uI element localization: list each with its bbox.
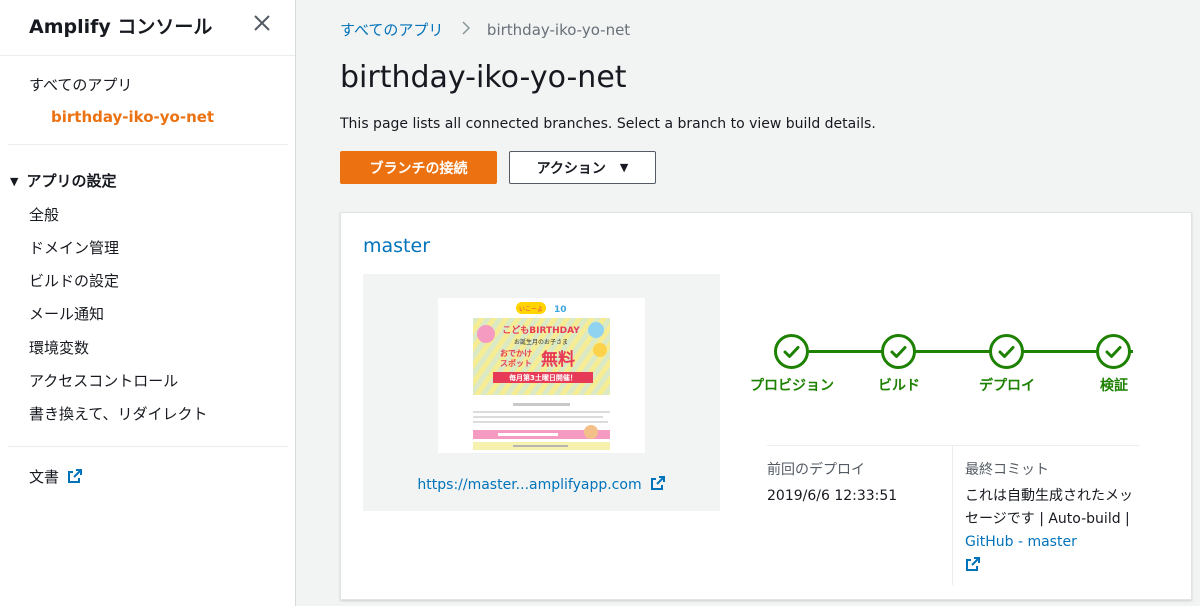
actions-dropdown-button[interactable]: アクション ▼ bbox=[509, 151, 656, 184]
last-deploy-label: 前回のデプロイ bbox=[767, 462, 865, 478]
caret-down-icon: ▼ bbox=[10, 175, 19, 188]
sidebar: Amplify コンソール すべてのアプリ birthday-iko-yo-ne… bbox=[0, 0, 296, 606]
sidebar-section-app-settings[interactable]: ▼ アプリの設定 bbox=[10, 170, 116, 191]
docs-label: 文書 bbox=[29, 468, 60, 486]
external-link-icon bbox=[68, 469, 83, 483]
page-title: birthday-iko-yo-net bbox=[340, 60, 627, 95]
sidebar-divider bbox=[8, 446, 288, 447]
stage-build-label[interactable]: ビルド bbox=[859, 375, 939, 395]
stage-verify-check-icon bbox=[1096, 334, 1131, 369]
stage-verify-label[interactable]: 検証 bbox=[1083, 375, 1145, 395]
external-link-icon bbox=[650, 476, 665, 490]
sidebar-title: Amplify コンソール bbox=[29, 16, 213, 38]
site-thumbnail[interactable]: いこーよ 10 こどもBIRTHDAY お誕生月のお子さま おでかけ スポット … bbox=[438, 298, 645, 453]
thumbnail-line2: スポット bbox=[500, 358, 532, 368]
breadcrumb-current: birthday-iko-yo-net bbox=[486, 21, 631, 39]
sidebar-item-current-app[interactable]: birthday-iko-yo-net bbox=[51, 108, 214, 126]
chevron-right-icon bbox=[462, 21, 471, 35]
info-divider bbox=[767, 445, 1139, 446]
sidebar-item-docs[interactable]: 文書 bbox=[29, 466, 83, 487]
sidebar-item-build-settings[interactable]: ビルドの設定 bbox=[29, 270, 119, 291]
thumbnail-logo-text: いこーよ bbox=[519, 306, 543, 313]
connect-branch-button[interactable]: ブランチの接続 bbox=[340, 151, 497, 184]
stage-deploy-check-icon bbox=[989, 334, 1024, 369]
sidebar-item-all-apps[interactable]: すべてのアプリ bbox=[29, 74, 132, 95]
stage-deploy-label[interactable]: デプロイ bbox=[965, 375, 1049, 395]
sidebar-section-label: アプリの設定 bbox=[26, 172, 117, 190]
stage-provision-label[interactable]: プロビジョン bbox=[741, 375, 843, 395]
last-deploy-value: 2019/6/6 12:33:51 bbox=[767, 488, 898, 504]
thumbnail-image: いこーよ 10 こどもBIRTHDAY お誕生月のお子さま おでかけ スポット … bbox=[438, 298, 645, 453]
page-description: This page lists all connected branches. … bbox=[340, 116, 876, 132]
close-icon[interactable] bbox=[251, 12, 273, 34]
pipeline-line bbox=[809, 350, 1133, 353]
preview-url-text: https://master...amplifyapp.com bbox=[417, 477, 642, 493]
sidebar-divider bbox=[8, 144, 288, 145]
last-commit-value: これは自動生成されたメッセージです | Auto-build | GitHub … bbox=[965, 485, 1145, 577]
connect-branch-label: ブランチの接続 bbox=[369, 160, 468, 177]
actions-label: アクション bbox=[536, 160, 606, 177]
thumbnail-banner-text: こどもBIRTHDAY bbox=[502, 324, 580, 336]
external-link-icon[interactable] bbox=[965, 556, 981, 572]
sidebar-item-email-notifications[interactable]: メール通知 bbox=[29, 303, 104, 324]
breadcrumb: すべてのアプリ birthday-iko-yo-net bbox=[340, 19, 630, 40]
branch-name-link[interactable]: master bbox=[363, 235, 430, 257]
sidebar-item-access-control[interactable]: アクセスコントロール bbox=[29, 370, 178, 391]
preview-url-link[interactable]: https://master...amplifyapp.com bbox=[363, 475, 720, 493]
info-column-divider bbox=[952, 445, 953, 585]
thumbnail-schedule: 毎月第3土曜日開催！ bbox=[509, 373, 577, 382]
sidebar-item-domain-management[interactable]: ドメイン管理 bbox=[29, 237, 119, 258]
branch-card: master いこーよ 10 こどもBIRTHDAY お誕生月のお子さま おでか… bbox=[340, 212, 1192, 600]
sidebar-item-rewrites-redirects[interactable]: 書き換えて、リダイレクト bbox=[29, 403, 208, 424]
thumbnail-anniversary: 10 bbox=[554, 305, 567, 315]
stage-build-check-icon bbox=[881, 334, 916, 369]
thumbnail-line1: おでかけ bbox=[500, 349, 532, 358]
sidebar-item-general[interactable]: 全般 bbox=[29, 204, 59, 225]
thumbnail-sub-text: お誕生月のお子さま bbox=[514, 338, 568, 346]
last-commit-label: 最終コミット bbox=[965, 462, 1049, 478]
stage-provision-check-icon bbox=[774, 334, 809, 369]
commit-separator: | Auto-build | bbox=[1039, 511, 1130, 527]
sidebar-header: Amplify コンソール bbox=[0, 0, 295, 56]
github-branch-link[interactable]: GitHub - master bbox=[965, 534, 1077, 550]
sidebar-item-environment-variables[interactable]: 環境変数 bbox=[29, 337, 89, 358]
thumbnail-free-text: 無料 bbox=[541, 349, 575, 370]
preview-panel: いこーよ 10 こどもBIRTHDAY お誕生月のお子さま おでかけ スポット … bbox=[363, 274, 720, 511]
breadcrumb-all-apps[interactable]: すべてのアプリ bbox=[340, 21, 443, 39]
caret-down-icon: ▼ bbox=[619, 161, 629, 174]
